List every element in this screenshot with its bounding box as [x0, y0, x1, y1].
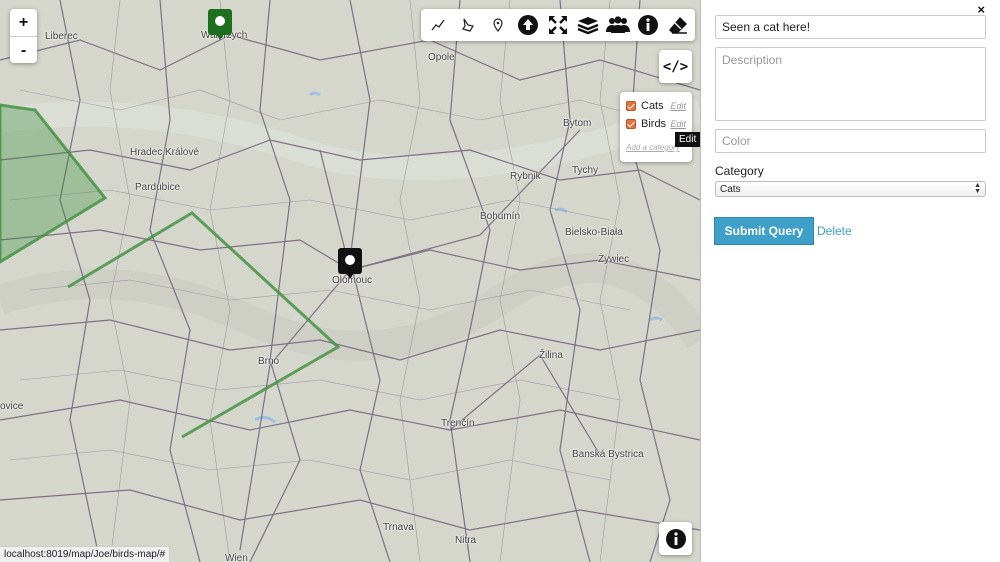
map-marker-black[interactable] — [338, 248, 362, 279]
select-arrows-icon: ▲ ▼ — [974, 182, 981, 195]
users-icon[interactable] — [603, 9, 633, 41]
marker-tip — [216, 34, 224, 40]
edit-layer-link[interactable]: Edit — [670, 101, 686, 111]
map-canvas[interactable]: Liberec Wałbrzych Opole Hradec Králové P… — [0, 0, 700, 562]
feature-edit-panel: × Category Cats ▲▼ Submit Query Delete — [701, 0, 1000, 562]
place-label: Opole — [428, 52, 455, 63]
embed-code-button[interactable]: </> — [659, 50, 692, 83]
feature-name-input[interactable] — [715, 15, 986, 39]
zoom-in-button[interactable]: + — [10, 9, 37, 36]
map-marker-green[interactable] — [208, 9, 232, 40]
category-selected-value: Cats — [720, 183, 741, 195]
layer-checkbox-cats[interactable] — [626, 101, 636, 111]
place-label: Bytom — [563, 118, 592, 129]
place-label: Banská Bystrica — [572, 449, 644, 460]
layer-name: Birds — [641, 118, 667, 130]
place-label: Tychy — [572, 165, 599, 176]
place-label: Rybnik — [510, 171, 541, 182]
layers-icon[interactable] — [573, 9, 603, 41]
draw-polygon-icon[interactable] — [453, 9, 483, 41]
zoom-control: + - — [10, 9, 37, 63]
place-label: Żywiec — [598, 254, 630, 265]
layer-checkbox-birds[interactable] — [626, 119, 636, 129]
map-toolbar — [421, 9, 695, 41]
description-input[interactable] — [715, 47, 986, 121]
place-label: Hradec Králové — [130, 147, 199, 158]
marker-dot — [215, 16, 225, 26]
place-label: ovice — [0, 401, 24, 412]
add-marker-icon[interactable] — [483, 9, 513, 41]
layer-name: Cats — [641, 100, 664, 112]
place-label: Trnava — [383, 522, 414, 533]
place-label: Pardubice — [135, 182, 181, 193]
place-label: Bohumín — [480, 211, 521, 222]
place-label: Bielsko-Biała — [565, 227, 623, 238]
edit-layer-link[interactable]: Edit — [670, 119, 686, 129]
category-layer-panel: Cats Edit Birds Edit Add a category — [620, 92, 692, 162]
place-label: Liberec — [45, 31, 78, 42]
category-select[interactable]: Cats ▲ ▼ — [715, 181, 986, 197]
place-label: Žilina — [539, 350, 563, 361]
place-label: Trenčín — [441, 418, 475, 429]
fullscreen-icon[interactable] — [543, 9, 573, 41]
status-bar-url: localhost:8019/map/Joe/birds-map/# — [0, 546, 171, 562]
upload-icon[interactable] — [513, 9, 543, 41]
color-input[interactable] — [715, 129, 986, 153]
draw-line-icon[interactable] — [423, 9, 453, 41]
delete-link[interactable]: Delete — [817, 224, 852, 238]
marker-dot — [345, 255, 355, 265]
edit-tooltip: Edit — [675, 132, 700, 147]
submit-button[interactable]: Submit Query — [714, 217, 814, 245]
place-label: Brno — [258, 356, 280, 367]
place-label: Nitra — [455, 535, 477, 546]
category-label: Category — [715, 164, 764, 178]
place-label: Wien — [225, 553, 248, 562]
info-icon — [665, 528, 686, 549]
marker-tip — [346, 273, 354, 279]
zoom-out-button[interactable]: - — [10, 36, 37, 63]
layer-row-birds: Birds Edit — [626, 115, 686, 133]
info-icon[interactable] — [633, 9, 663, 41]
layer-row-cats: Cats Edit — [626, 97, 686, 115]
map-info-button[interactable] — [659, 522, 692, 555]
eraser-icon[interactable] — [663, 9, 693, 41]
